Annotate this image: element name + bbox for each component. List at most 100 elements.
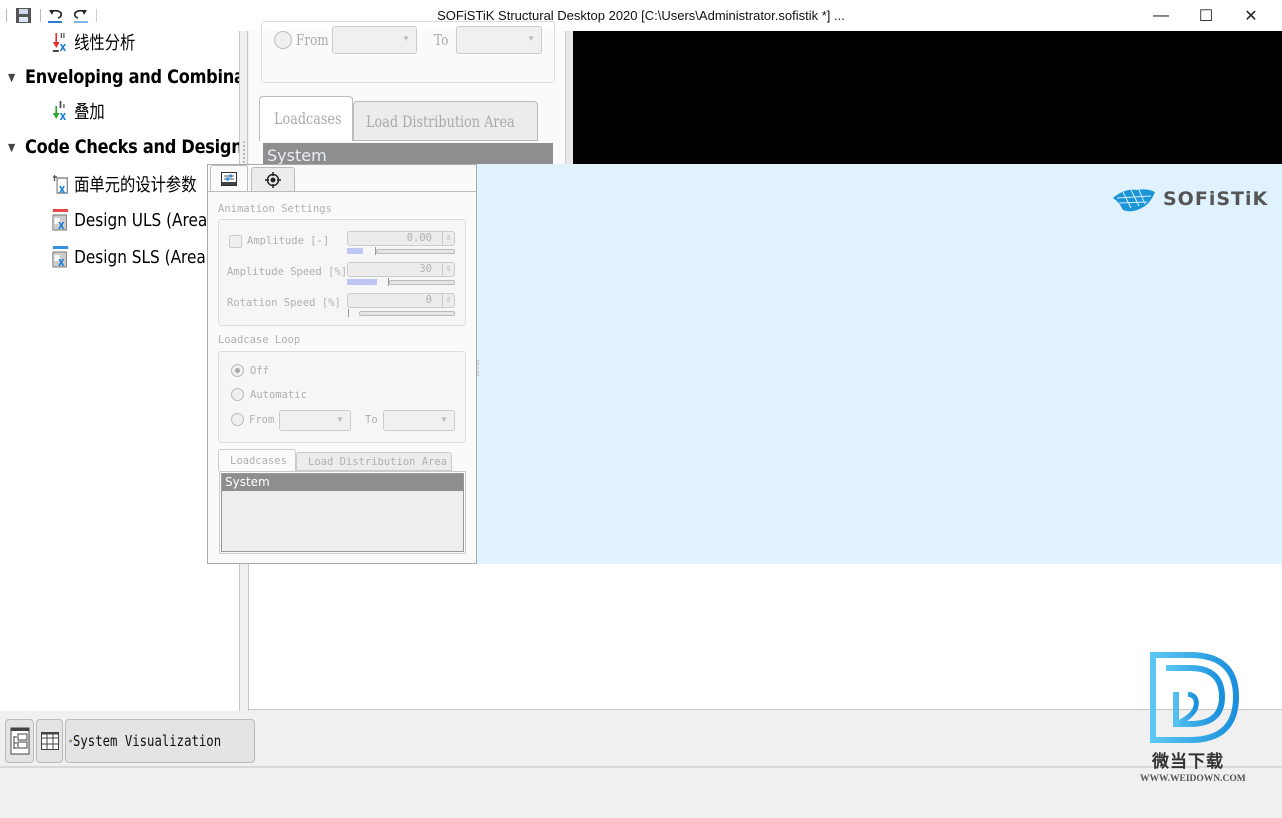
pane-splitter[interactable] [565,31,573,164]
background-tab-loadcases[interactable]: Loadcases [259,96,353,141]
settings-sliders-icon [221,171,237,186]
tree-item-label: 线性分析 [74,33,136,54]
close-button[interactable]: ✕ [1228,0,1274,31]
from-combo[interactable]: ▼ [279,410,351,431]
minimize-button[interactable]: — [1138,0,1184,31]
expand-arrow-icon[interactable]: ▼ [8,71,25,84]
tree-group-label: Enveloping and Combina... [25,66,240,88]
background-loadcase-loop-group: From ▼ To ▼ [261,21,555,83]
output-area [249,564,1282,710]
chevron-down-icon: ▼ [440,415,448,424]
chevron-down-icon: ▼ [402,34,410,43]
bottom-tab-tree[interactable] [5,719,34,763]
design-parameters-icon: x [52,175,68,195]
tree-item-label: Design ULS (Area e [74,209,222,231]
list-item-system[interactable]: System [222,474,463,491]
brand-name: SOFiSTiK [1163,188,1269,210]
from-radio[interactable] [231,413,244,426]
tree-group-enveloping[interactable]: ▼ Enveloping and Combina... [8,64,240,90]
amplitude-speed-label: Amplitude Speed [%] [227,266,348,278]
viewport-black-region [573,31,1282,164]
tree-lower-area [0,564,240,711]
tree-item-linear-analysis[interactable]: x 线性分析 [52,31,135,55]
off-label: Off [250,365,269,377]
spin-arrows-icon[interactable]: ⇕ [442,232,454,245]
tree-item-label: 叠加 [74,102,105,123]
panel-resize-grip[interactable] [477,360,481,376]
loadcase-list[interactable]: System [219,471,466,554]
rotation-speed-slider[interactable] [347,309,455,317]
background-from-combo[interactable]: ▼ [332,26,417,54]
system-visualization-icon [69,739,73,743]
tab-label: System Visualization [73,732,222,750]
bottom-tab-bar: System Visualization [0,711,1282,768]
chevron-down-icon: ▼ [527,34,535,43]
svg-text:x: x [58,255,65,268]
status-bar [0,770,1282,818]
animation-settings-group: Amplitude [-] 0.00 ⇕ Amplitude Speed [%] … [218,219,466,326]
design-uls-icon: x [52,209,69,231]
background-tab-load-distribution-area[interactable]: Load Distribution Area [353,101,538,141]
weidown-watermark: 微当下载 WWW.WEIDOWN.COM [1138,650,1258,790]
amplitude-slider[interactable] [347,247,455,255]
title-bar: SOFiSTiK Structural Desktop 2020 [C:\Use… [0,0,1282,31]
tree-item-design-sls[interactable]: x Design SLS (Area e [52,244,220,270]
amplitude-speed-slider[interactable] [347,278,455,286]
tab-label: Loadcases [274,109,342,128]
pane-splitter[interactable] [240,564,249,711]
maximize-button[interactable]: ☐ [1183,0,1229,31]
spin-arrows-icon[interactable]: ⇕ [442,294,454,307]
chevron-down-icon: ▼ [336,415,344,424]
bottom-tab-grid[interactable] [36,719,63,763]
background-panel: From ▼ To ▼ Loadcases Load Distribution … [249,21,571,164]
expand-arrow-icon[interactable]: ▼ [8,141,25,154]
background-from-label: From [296,31,329,49]
watermark-url: WWW.WEIDOWN.COM [1140,774,1246,784]
close-icon: ✕ [1244,7,1258,25]
background-list-item[interactable]: System [263,143,553,164]
tree-item-design-parameters[interactable]: x 面单元的设计参数 [52,171,197,197]
rotation-speed-spinbox[interactable]: 0 ⇕ [347,293,455,308]
background-from-radio[interactable] [274,31,292,49]
automatic-radio[interactable] [231,388,244,401]
bottom-tab-system-visualization[interactable]: System Visualization [65,719,255,763]
amplitude-speed-spinbox[interactable]: 30 ⇕ [347,262,455,277]
tree-item-label: 面单元的设计参数 [74,175,197,196]
svg-text:x: x [60,40,67,53]
window-title: SOFiSTiK Structural Desktop 2020 [C:\Use… [437,8,845,23]
tree-view-icon [10,727,29,755]
amplitude-spinbox[interactable]: 0.00 ⇕ [347,231,455,246]
background-to-combo[interactable]: ▼ [456,26,542,54]
slider-fill [347,248,363,254]
tree-group-label: Code Checks and Design ... [25,136,240,158]
from-label: From [249,414,275,426]
viewport-3d[interactable]: SOFiSTiK [477,164,1282,564]
tab-label: Load Distribution Area [366,112,515,131]
grid-table-icon [40,732,59,750]
maximize-icon: ☐ [1198,7,1214,25]
panel-tab-target[interactable] [251,167,295,191]
to-combo[interactable]: ▼ [383,410,455,431]
svg-text:x: x [60,109,67,122]
svg-text:x: x [58,218,65,231]
to-label: To [365,414,378,426]
linear-analysis-icon: x [52,33,67,53]
loadcase-loop-group: Off Automatic From ▼ To ▼ [218,351,466,443]
design-sls-icon: x [52,246,69,268]
tree-group-code-checks[interactable]: ▼ Code Checks and Design ... [8,134,240,160]
tab-loadcases[interactable]: Loadcases [218,449,296,471]
animation-settings-title: Animation Settings [218,203,332,215]
panel-tab-settings[interactable] [210,165,248,191]
tab-load-distribution-area[interactable]: Load Distribution Area [296,452,452,471]
off-radio[interactable] [231,364,244,377]
target-crosshair-icon [265,171,281,188]
amplitude-checkbox[interactable] [229,235,242,248]
spin-arrows-icon[interactable]: ⇕ [442,263,454,276]
rotation-speed-label: Rotation Speed [%] [227,297,341,309]
sofistik-logo: SOFiSTiK [1111,184,1268,214]
automatic-label: Automatic [250,389,307,401]
tree-item-superposition[interactable]: x 叠加 [52,98,105,124]
tree-item-design-uls[interactable]: x Design ULS (Area e [52,207,222,233]
animation-settings-panel: Animation Settings Amplitude [-] 0.00 ⇕ A… [207,164,477,564]
slider-fill [347,279,377,285]
